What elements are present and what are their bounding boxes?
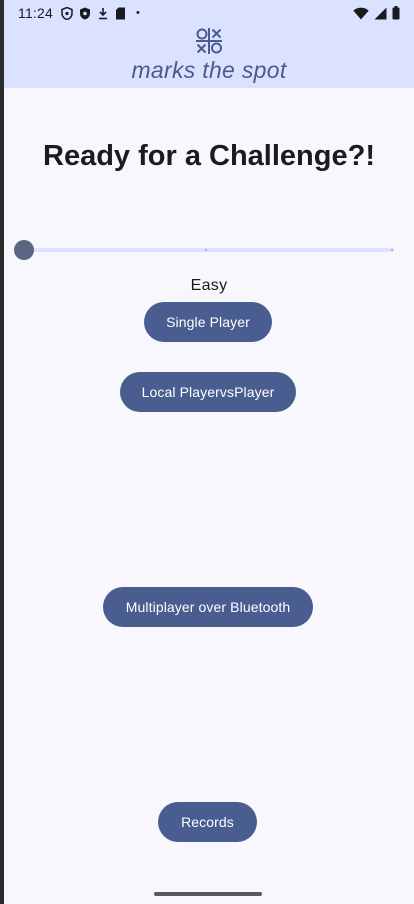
slider-track[interactable] — [24, 248, 394, 252]
status-left: 11:24 • — [18, 5, 140, 21]
battery-icon — [392, 6, 400, 20]
local-pvp-button[interactable]: Local PlayervsPlayer — [120, 372, 296, 412]
wifi-icon — [353, 7, 369, 20]
sd-card-icon — [115, 7, 126, 20]
app-header: 11:24 • marks the spot — [4, 0, 414, 88]
single-player-button[interactable]: Single Player — [144, 302, 272, 342]
app-screen: 11:24 • marks the spot Ready for a Chall… — [4, 0, 414, 904]
difficulty-slider[interactable] — [14, 238, 394, 262]
status-bar: 11:24 • — [4, 0, 414, 26]
app-logo — [4, 27, 414, 55]
status-right — [353, 6, 400, 20]
slider-tick-end — [391, 249, 393, 251]
tic-tac-toe-logo-icon — [195, 27, 223, 55]
shield-filled-icon — [79, 7, 91, 20]
status-time: 11:24 — [18, 5, 53, 21]
difficulty-label: Easy — [190, 277, 228, 294]
download-icon — [97, 7, 109, 20]
notification-dot: • — [136, 7, 140, 19]
app-subtitle: marks the spot — [131, 57, 287, 83]
shield-icon — [61, 6, 73, 20]
slider-thumb[interactable] — [14, 240, 34, 260]
home-indicator[interactable] — [154, 892, 262, 896]
signal-icon — [374, 7, 387, 20]
bluetooth-multiplayer-button[interactable]: Multiplayer over Bluetooth — [103, 587, 313, 627]
page-title: Ready for a Challenge?! — [43, 140, 375, 172]
slider-tick-mid — [205, 249, 207, 251]
records-button[interactable]: Records — [158, 802, 257, 842]
